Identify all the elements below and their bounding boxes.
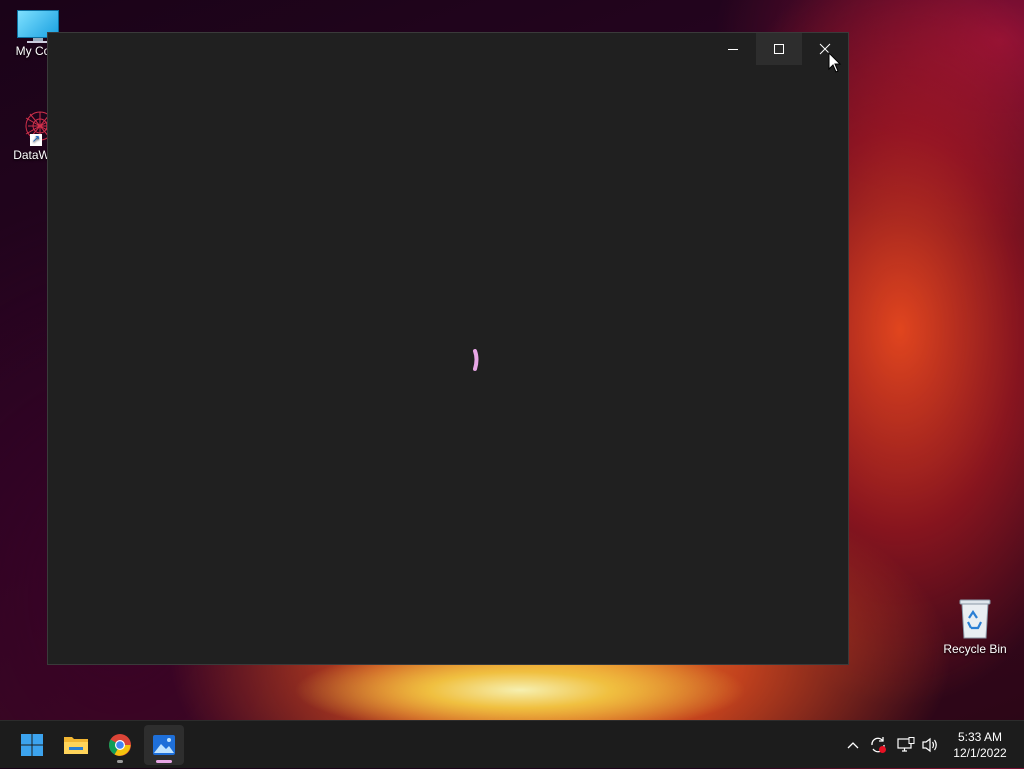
chrome-icon — [109, 734, 131, 756]
taskbar-file-explorer[interactable] — [56, 725, 96, 765]
desktop-icon-label: Recycle Bin — [943, 642, 1007, 656]
sync-icon — [871, 737, 886, 753]
mouse-cursor-icon — [828, 51, 842, 79]
minimize-button[interactable] — [710, 33, 756, 65]
taskbar-chrome[interactable] — [100, 725, 140, 765]
maximize-button[interactable] — [756, 33, 802, 65]
tray-sync[interactable] — [866, 721, 890, 769]
chevron-up-icon — [847, 742, 859, 749]
running-indicator — [117, 760, 123, 763]
network-icon — [897, 737, 915, 752]
maximize-icon — [774, 44, 784, 54]
recycle-bin-icon — [957, 596, 993, 640]
clock-time: 5:33 AM — [957, 730, 1003, 744]
taskbar-clock[interactable]: 5:33 AM 12/1/2022 — [944, 721, 1016, 769]
tray-network[interactable] — [894, 721, 918, 769]
clock-date: 12/1/2022 — [953, 746, 1007, 760]
minimize-icon — [728, 49, 738, 50]
windows-start-icon — [21, 734, 43, 756]
volume-icon — [922, 737, 937, 753]
taskbar: 5:33 AM 12/1/2022 — [0, 720, 1024, 768]
show-hidden-icons-button[interactable] — [843, 721, 863, 769]
shortcut-arrow-icon: ↗ — [30, 134, 42, 146]
loading-spinner-icon — [471, 349, 481, 378]
desktop-icon-recycle-bin[interactable]: Recycle Bin — [937, 596, 1013, 656]
folder-icon — [64, 737, 88, 754]
photos-icon — [153, 735, 175, 755]
start-button[interactable] — [12, 725, 52, 765]
app-window[interactable] — [47, 32, 849, 665]
active-indicator — [156, 760, 172, 763]
taskbar-photos[interactable] — [144, 725, 184, 765]
tray-volume[interactable] — [918, 721, 942, 769]
